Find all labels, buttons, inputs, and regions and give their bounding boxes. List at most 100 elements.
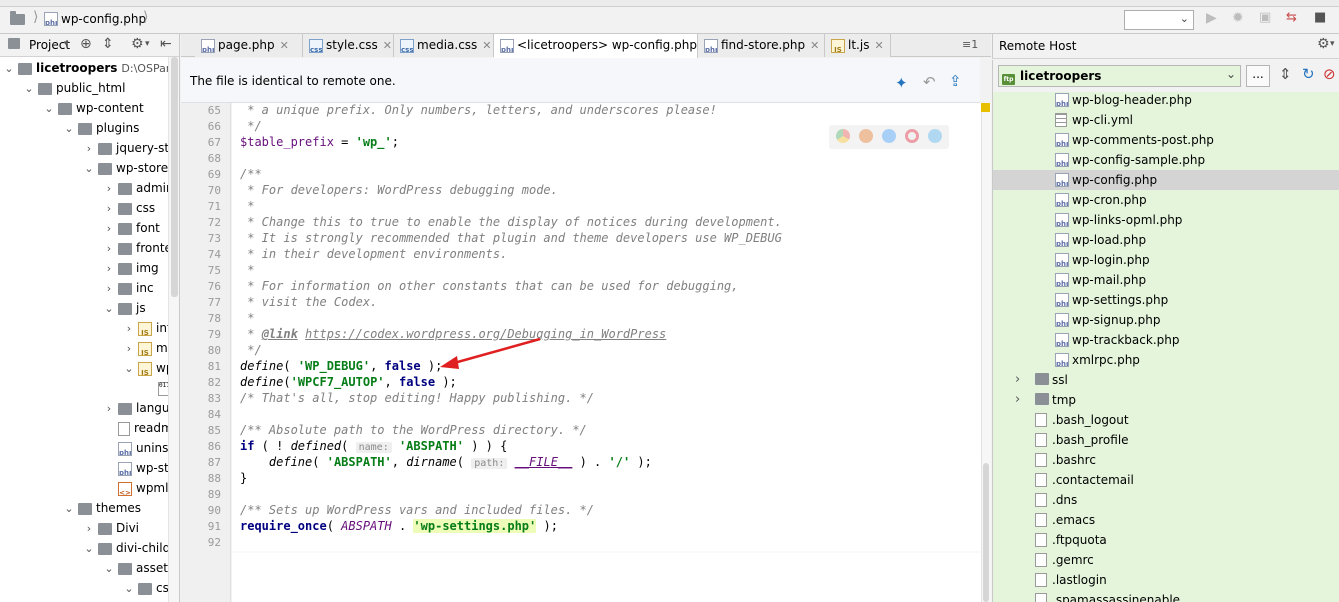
tree-item[interactable]: phpwp-stor bbox=[0, 458, 179, 478]
tab-1[interactable]: css style.css ✕ bbox=[303, 34, 394, 57]
tab-0[interactable]: phppage.php ✕ bbox=[195, 34, 303, 57]
tree-item[interactable]: <> wpml-c bbox=[0, 478, 179, 498]
tree-item[interactable]: phpuninsta bbox=[0, 438, 179, 458]
revert-icon[interactable]: ↶ bbox=[923, 73, 936, 91]
tree-item[interactable]: ⌄JSwps bbox=[0, 358, 179, 379]
tree-item[interactable]: ⌄ plugins bbox=[0, 118, 139, 138]
tree-item[interactable]: ⌄ public_html bbox=[0, 78, 125, 98]
tree-item[interactable]: › css bbox=[0, 198, 155, 218]
close-icon[interactable]: ✕ bbox=[874, 39, 883, 52]
chevron-right-icon[interactable]: › bbox=[102, 399, 116, 419]
chevron-right-icon[interactable]: › bbox=[102, 279, 116, 299]
tree-item[interactable]: ⌄ wp-content bbox=[0, 98, 143, 119]
tree-item[interactable]: › admin bbox=[0, 178, 174, 198]
remote-file-item[interactable]: .emacs bbox=[993, 510, 1339, 530]
tree-item[interactable]: ›JSmar bbox=[0, 338, 179, 359]
tab-4[interactable]: phpfind-store.php ✕ bbox=[698, 34, 825, 57]
upload-icon[interactable]: ⇪ bbox=[949, 72, 962, 90]
stop-icon[interactable]: ■ bbox=[1314, 10, 1326, 25]
tree-item[interactable]: 0110 bbox=[0, 378, 174, 398]
chevron-down-icon[interactable]: ⌄ bbox=[42, 99, 56, 119]
chevron-right-icon[interactable]: › bbox=[1015, 390, 1020, 410]
scroll-thumb[interactable] bbox=[983, 463, 989, 602]
chevron-right-icon[interactable]: › bbox=[122, 319, 136, 339]
gear-icon[interactable]: ⚙ bbox=[1317, 36, 1330, 52]
tree-item[interactable]: ⌄licetroopersD:\OSPanel\d bbox=[0, 58, 179, 78]
remote-file-item[interactable]: .dns bbox=[993, 490, 1339, 510]
edge-icon[interactable] bbox=[928, 129, 942, 143]
tab-2[interactable]: css media.css ✕ bbox=[394, 34, 494, 57]
tab-3[interactable]: php<licetroopers> wp-config.php✕ bbox=[494, 34, 711, 58]
remote-file-item[interactable]: .bash_profile bbox=[993, 430, 1339, 450]
remote-file-item[interactable]: phpxmlrpc.php bbox=[993, 350, 1339, 370]
tree-item[interactable]: › languag bbox=[0, 398, 179, 419]
remote-file-item[interactable]: .bash_logout bbox=[993, 410, 1339, 430]
firefox-icon[interactable] bbox=[859, 129, 873, 143]
chevron-down-icon[interactable]: ⌄ bbox=[62, 499, 76, 519]
tree-item[interactable]: › font bbox=[0, 218, 160, 238]
chevron-down-icon[interactable]: ⌄ bbox=[82, 539, 96, 559]
close-icon[interactable]: ✕ bbox=[280, 39, 289, 52]
tree-scrollbar[interactable] bbox=[168, 57, 179, 602]
remote-file-item[interactable]: phpwp-trackback.php bbox=[993, 330, 1339, 350]
tree-item[interactable]: readme bbox=[0, 418, 179, 438]
scroll-thumb[interactable] bbox=[171, 57, 178, 297]
close-icon[interactable]: ✕ bbox=[383, 39, 392, 52]
chevron-down-icon[interactable]: ⌄ bbox=[122, 359, 136, 379]
chrome-icon[interactable] bbox=[836, 129, 850, 143]
remote-file-item[interactable]: .bashrc bbox=[993, 450, 1339, 470]
tree-item[interactable]: ⌄ css bbox=[0, 578, 175, 598]
remote-file-item[interactable]: phpwp-config.php bbox=[993, 170, 1339, 190]
chevron-down-icon[interactable]: ⌄ bbox=[82, 159, 96, 179]
folder-icon[interactable] bbox=[10, 11, 25, 28]
run-config-select[interactable]: ⌄ bbox=[1124, 10, 1194, 30]
remote-file-item[interactable]: › ssl bbox=[993, 370, 1339, 390]
chevron-down-icon[interactable]: ⌄ bbox=[62, 119, 76, 139]
chevron-down-icon[interactable]: ⌄ bbox=[22, 79, 36, 99]
close-icon[interactable]: ✕ bbox=[482, 39, 491, 52]
remote-file-item[interactable]: phpwp-signup.php bbox=[993, 310, 1339, 330]
chevron-right-icon[interactable]: › bbox=[82, 139, 96, 159]
remote-file-item[interactable]: .spamassassinenable bbox=[993, 590, 1339, 602]
chevron-right-icon[interactable]: › bbox=[1015, 370, 1020, 390]
chevron-right-icon[interactable]: › bbox=[122, 339, 136, 359]
hide-icon[interactable]: ⇤ bbox=[160, 36, 172, 52]
chevron-right-icon[interactable]: › bbox=[102, 199, 116, 219]
tree-item[interactable]: ⌄ divi-child bbox=[0, 538, 170, 558]
compare-icon[interactable]: ✦ bbox=[895, 74, 908, 92]
tree-item[interactable]: ⌄ themes bbox=[0, 498, 141, 518]
remote-file-item[interactable]: phpwp-config-sample.php bbox=[993, 150, 1339, 170]
tree-item[interactable]: › img bbox=[0, 258, 159, 278]
chevron-right-icon[interactable]: › bbox=[82, 519, 96, 539]
collapse-icon[interactable]: ⇕ bbox=[1279, 65, 1292, 83]
tree-item[interactable]: ⌄ js bbox=[0, 298, 145, 319]
tree-item[interactable]: ⌄ wp-store-lo bbox=[0, 158, 179, 179]
chevron-down-icon[interactable]: ▾ bbox=[64, 39, 69, 49]
chevron-down-icon[interactable]: ⌄ bbox=[102, 299, 116, 319]
tab-5[interactable]: JS lt.js ✕ bbox=[825, 34, 891, 57]
close-icon[interactable]: ✕ bbox=[810, 39, 819, 52]
remote-file-item[interactable]: phpwp-blog-header.php bbox=[993, 92, 1339, 110]
chevron-right-icon[interactable]: › bbox=[102, 219, 116, 239]
tree-item[interactable]: ⌄ assets bbox=[0, 558, 174, 578]
tree-item[interactable]: ›JSinfo bbox=[0, 318, 179, 338]
warning-marker[interactable] bbox=[981, 103, 990, 112]
ie-icon[interactable] bbox=[882, 129, 896, 143]
run-icon[interactable]: ▶ bbox=[1206, 10, 1217, 26]
chevron-down-icon[interactable]: ⌄ bbox=[122, 579, 136, 599]
remote-file-item[interactable]: phpwp-load.php bbox=[993, 230, 1339, 250]
debug-icon[interactable]: ✹ bbox=[1232, 10, 1244, 26]
remote-file-item[interactable]: .gemrc bbox=[993, 550, 1339, 570]
remote-file-item[interactable]: phpwp-login.php bbox=[993, 250, 1339, 270]
tree-item[interactable]: › inc bbox=[0, 278, 154, 298]
remote-file-item[interactable]: phpwp-links-opml.php bbox=[993, 210, 1339, 230]
tree-item[interactable]: › jquery-stor bbox=[0, 138, 179, 159]
gear-icon[interactable]: ⚙ bbox=[131, 36, 144, 52]
target-icon[interactable]: ⊕ bbox=[80, 36, 92, 52]
remote-file-item[interactable]: .contactemail bbox=[993, 470, 1339, 490]
chevron-down-icon[interactable]: ▾ bbox=[145, 39, 150, 49]
tab-list-button[interactable]: ≡1 bbox=[962, 38, 978, 51]
tree-item[interactable]: › fronten bbox=[0, 238, 179, 258]
browse-button[interactable]: ... bbox=[1246, 65, 1270, 87]
remote-file-item[interactable]: › tmp bbox=[993, 390, 1339, 410]
